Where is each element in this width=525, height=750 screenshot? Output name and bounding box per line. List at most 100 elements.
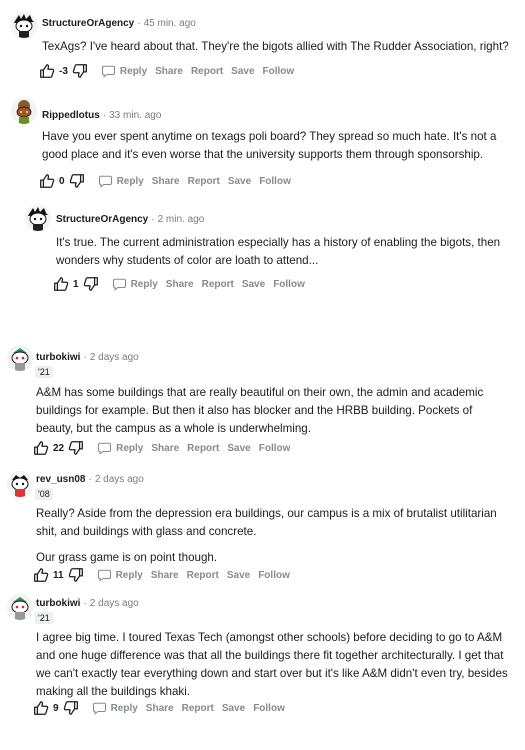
comment: turbokiwi · 2 days ago '21 I agree big tim… [0, 590, 525, 750]
avatar[interactable] [25, 205, 51, 231]
user-flair: '21 [35, 366, 53, 378]
reply-button[interactable]: Reply [97, 568, 143, 583]
downvote-icon[interactable] [62, 699, 80, 717]
report-button[interactable]: Report [187, 443, 219, 454]
comment-reply: StructureOrAgency · 2 min. ago It's true. … [0, 198, 525, 298]
downvote-icon[interactable] [82, 275, 100, 293]
comment-author[interactable]: rev_usn08 · 2 days ago [36, 474, 144, 485]
comment-paragraph: It's true. The current administration es… [56, 236, 501, 267]
comment-timestamp: 2 min. ago [157, 214, 205, 225]
reply-bubble-icon [92, 702, 106, 715]
avatar[interactable] [7, 345, 33, 371]
share-button[interactable]: Share [152, 176, 180, 187]
comment: Rippedlotus · 33 min. ago Have you ever sp… [0, 88, 525, 198]
follow-button[interactable]: Follow [253, 703, 285, 714]
report-button[interactable]: Report [202, 279, 234, 290]
share-button[interactable]: Share [151, 570, 179, 581]
avatar[interactable] [11, 98, 37, 124]
snoo-avatar-icon [11, 12, 37, 38]
reply-bubble-icon [101, 65, 115, 78]
snoo-avatar-icon [7, 594, 33, 620]
vote-score: 22 [53, 442, 65, 454]
vote-score: 9 [53, 702, 59, 714]
vote-score: -3 [59, 65, 68, 77]
share-button[interactable]: Share [155, 66, 183, 77]
share-button[interactable]: Share [166, 279, 194, 290]
follow-button[interactable]: Follow [273, 279, 305, 290]
comment-paragraph: I agree big time. I toured Texas Tech (a… [36, 631, 508, 698]
share-button[interactable]: Share [146, 703, 174, 714]
comment-actions: 11 Reply Share Report Save Follow [32, 564, 290, 586]
reply-bubble-icon [112, 278, 126, 291]
upvote-icon[interactable] [32, 439, 50, 457]
comment-author[interactable]: turbokiwi · 2 days ago [36, 598, 139, 609]
comment-feed: StructureOrAgency · 45 min. ago TexAgs? I'… [0, 0, 525, 750]
comment-timestamp: 2 days ago [94, 474, 144, 485]
comment-actions: 1 Reply Share Report Save Follow [52, 273, 305, 295]
downvote-icon[interactable] [67, 439, 85, 457]
avatar[interactable] [7, 471, 33, 497]
reply-button[interactable]: Reply [92, 701, 138, 716]
comment-body: A&M has some buildings that are really b… [36, 384, 512, 438]
user-flair: '08 [35, 488, 53, 500]
upvote-icon[interactable] [32, 699, 50, 717]
snoo-avatar-icon [7, 345, 33, 371]
follow-button[interactable]: Follow [259, 176, 291, 187]
comment-author[interactable]: StructureOrAgency · 45 min. ago [42, 18, 196, 29]
upvote-icon[interactable] [38, 172, 56, 190]
share-button[interactable]: Share [151, 443, 179, 454]
save-button[interactable]: Save [228, 176, 251, 187]
snoo-avatar-icon [25, 205, 51, 231]
save-button[interactable]: Save [227, 443, 250, 454]
comment-author[interactable]: StructureOrAgency · 2 min. ago [56, 214, 204, 225]
avatar[interactable] [11, 12, 37, 38]
reply-button[interactable]: Reply [97, 441, 143, 456]
comment: turbokiwi · 2 days ago '21 A&M has some bu… [0, 340, 525, 465]
comment-actions: 9 Reply Share Report Save Follow [32, 697, 285, 719]
report-button[interactable]: Report [187, 570, 219, 581]
comment-actions: -3 Reply Share Report Save Follow [38, 60, 294, 82]
snoo-avatar-icon [11, 98, 37, 124]
follow-button[interactable]: Follow [263, 66, 295, 77]
reply-button[interactable]: Reply [98, 174, 144, 189]
avatar[interactable] [7, 594, 33, 620]
reply-bubble-icon [98, 175, 112, 188]
comment: StructureOrAgency · 45 min. ago TexAgs? I'… [0, 0, 525, 85]
comment-paragraph: TexAgs? I've heard about that. They're t… [42, 40, 509, 53]
downvote-icon[interactable] [68, 172, 86, 190]
upvote-icon[interactable] [32, 566, 50, 584]
reply-button[interactable]: Reply [112, 277, 158, 292]
comment-paragraph: A&M has some buildings that are really b… [36, 386, 484, 435]
upvote-icon[interactable] [38, 62, 56, 80]
comment-paragraph: Have you ever spent anytime on texags po… [42, 130, 497, 161]
reply-button[interactable]: Reply [101, 64, 147, 79]
save-button[interactable]: Save [227, 570, 250, 581]
follow-button[interactable]: Follow [259, 443, 291, 454]
comment-body: I agree big time. I toured Texas Tech (a… [36, 629, 512, 701]
reply-bubble-icon [97, 569, 111, 582]
report-button[interactable]: Report [182, 703, 214, 714]
comment-body: Really? Aside from the depression era bu… [36, 505, 512, 567]
comment-actions: 0 Reply Share Report Save Follow [38, 170, 291, 192]
comment-author[interactable]: Rippedlotus · 33 min. ago [42, 110, 161, 121]
comment-body: It's true. The current administration es… [56, 234, 511, 270]
downvote-icon[interactable] [67, 566, 85, 584]
comment-timestamp: 33 min. ago [109, 110, 162, 121]
downvote-icon[interactable] [71, 62, 89, 80]
save-button[interactable]: Save [242, 279, 265, 290]
vote-score: 0 [59, 175, 65, 187]
upvote-icon[interactable] [52, 275, 70, 293]
comment-timestamp: 45 min. ago [143, 18, 196, 29]
comment: rev_usn08 · 2 days ago '08 Really? Aside f… [0, 465, 525, 590]
save-button[interactable]: Save [222, 703, 245, 714]
report-button[interactable]: Report [191, 66, 223, 77]
vote-score: 11 [53, 569, 64, 581]
save-button[interactable]: Save [231, 66, 254, 77]
comment-author[interactable]: turbokiwi · 2 days ago [36, 352, 139, 363]
comment-paragraph: Really? Aside from the depression era bu… [36, 507, 497, 538]
follow-button[interactable]: Follow [258, 570, 290, 581]
comment-timestamp: 2 days ago [89, 598, 139, 609]
report-button[interactable]: Report [188, 176, 220, 187]
comment-timestamp: 2 days ago [89, 352, 139, 363]
vote-score: 1 [73, 278, 79, 290]
